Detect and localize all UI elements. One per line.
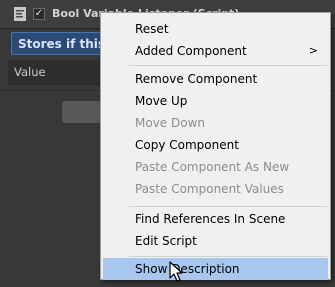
menu-item-label: Added Component	[135, 44, 247, 58]
menu-item-label: Show Description	[135, 262, 240, 276]
menu-item-label: Copy Component	[135, 138, 239, 152]
menu-item-added-component[interactable]: Added Component >	[101, 40, 330, 62]
menu-item-paste-component-values: Paste Component Values	[101, 178, 330, 200]
script-component-icon	[14, 7, 26, 21]
value-label: Value	[14, 65, 46, 79]
description-text: Stores if this	[18, 37, 106, 51]
description-box: Stores if this	[11, 32, 111, 55]
add-component-button[interactable]	[62, 101, 102, 123]
menu-separator	[129, 206, 327, 207]
value-field-row[interactable]: Value	[8, 60, 103, 85]
menu-item-paste-component-as-new: Paste Component As New	[101, 156, 330, 178]
menu-item-label: Edit Script	[135, 234, 197, 248]
menu-item-label: Find References In Scene	[135, 212, 286, 226]
menu-item-label: Paste Component As New	[135, 160, 290, 174]
menu-item-reset[interactable]: Reset	[101, 18, 330, 40]
component-enabled-checkbox[interactable]: ✓	[33, 8, 45, 20]
menu-item-label: Reset	[135, 22, 169, 36]
menu-item-find-references-in-scene[interactable]: Find References In Scene	[101, 208, 330, 230]
submenu-arrow-icon: >	[308, 44, 318, 57]
menu-item-label: Paste Component Values	[135, 182, 284, 196]
menu-item-copy-component[interactable]: Copy Component	[101, 134, 330, 156]
menu-item-label: Move Up	[135, 94, 188, 108]
menu-item-show-description[interactable]: Show Description	[103, 258, 328, 280]
menu-item-label: Move Down	[135, 116, 205, 130]
menu-item-label: Remove Component	[135, 72, 258, 86]
menu-separator	[129, 256, 327, 257]
menu-item-move-down: Move Down	[101, 112, 330, 134]
component-context-menu: Reset Added Component > Remove Component…	[100, 12, 331, 280]
menu-separator	[129, 65, 327, 66]
menu-item-remove-component[interactable]: Remove Component	[101, 68, 330, 90]
menu-item-move-up[interactable]: Move Up	[101, 90, 330, 112]
menu-item-edit-script[interactable]: Edit Script	[101, 230, 330, 252]
